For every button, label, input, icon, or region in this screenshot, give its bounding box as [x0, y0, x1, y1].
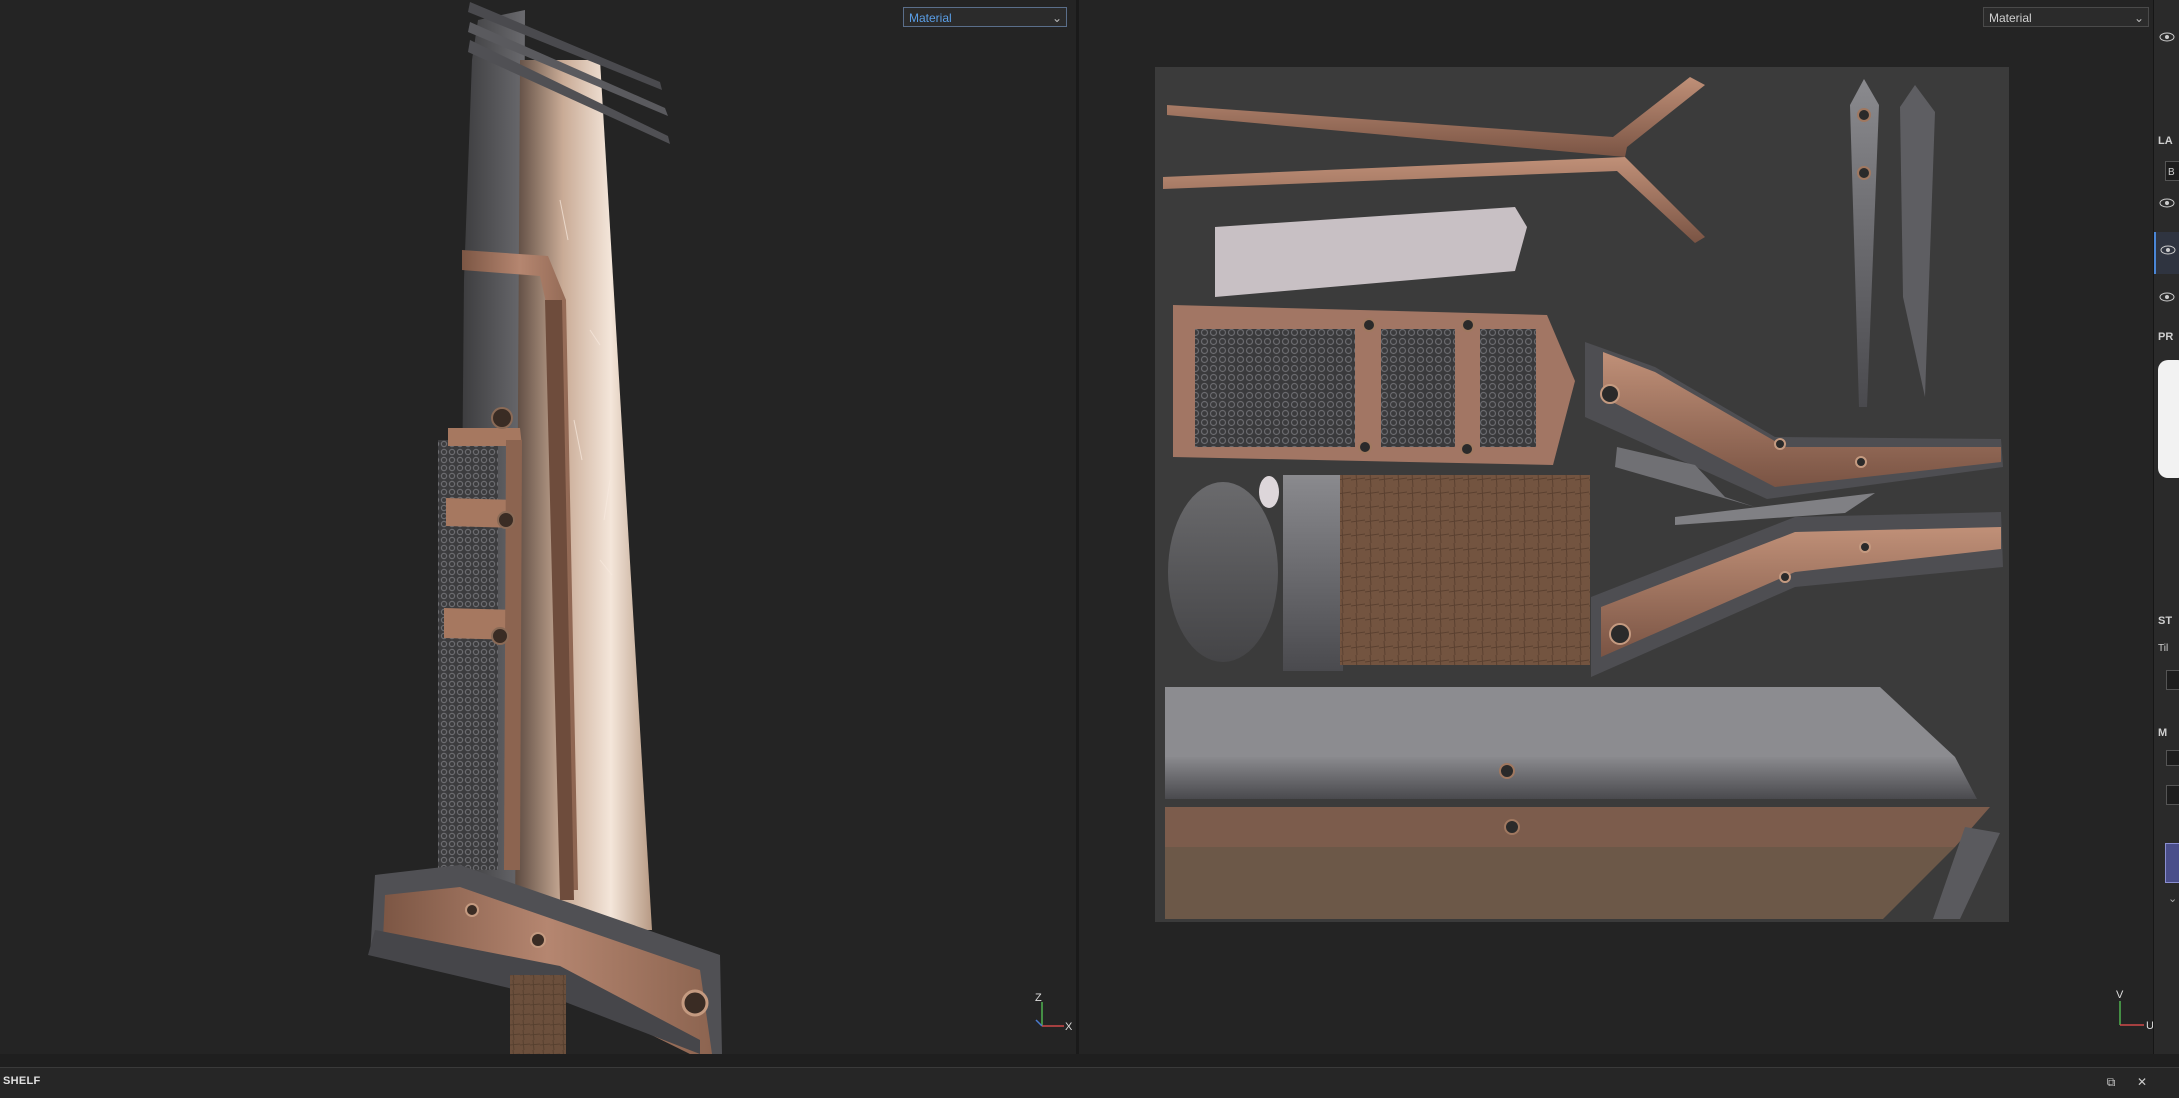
stencil-header: ST — [2158, 615, 2173, 627]
axis-right-label: X — [1065, 1021, 1073, 1033]
chevron-down-icon[interactable]: ⌄ — [2168, 892, 2177, 905]
visibility-eye-icon[interactable] — [2159, 291, 2175, 303]
layers-panel[interactable]: LA B PR ST Til M ⌄ — [2153, 0, 2179, 1054]
close-icon[interactable]: ✕ — [2135, 1075, 2149, 1089]
axis-up-label-2d: V — [2116, 989, 2124, 1001]
brush-preview — [2158, 360, 2179, 478]
visibility-eye-icon[interactable] — [2159, 197, 2175, 209]
shelf-splitter[interactable] — [0, 1054, 2179, 1067]
chevron-down-icon: ⌄ — [1051, 11, 1062, 25]
material-field[interactable] — [2166, 750, 2179, 766]
shelf-panel: SHELF ⧉ ✕ — [0, 1067, 2179, 1098]
axis-gizmo-3d: Z X — [1030, 990, 1076, 1040]
blend-mode-field[interactable]: B — [2165, 161, 2179, 181]
shelf-title: SHELF — [3, 1075, 41, 1087]
chevron-down-icon: ⌄ — [2133, 11, 2144, 25]
uv-texture-sheet[interactable] — [1155, 67, 2009, 922]
material-dropdown-2d-label: Material — [1989, 11, 2032, 25]
axis-up-label: Z — [1035, 992, 1042, 1004]
visibility-eye-icon[interactable] — [2160, 244, 2176, 256]
viewport-3d[interactable]: Material ⌄ Z X — [0, 0, 1076, 1054]
tiling-label: Til — [2158, 643, 2169, 654]
sword-3d-model[interactable] — [0, 0, 1076, 1054]
properties-header: PR — [2158, 331, 2174, 343]
material-dropdown-3d[interactable]: Material ⌄ — [903, 7, 1067, 27]
material-value-field[interactable] — [2166, 785, 2179, 805]
undock-icon[interactable]: ⧉ — [2104, 1075, 2118, 1089]
tiling-field[interactable] — [2166, 670, 2179, 690]
visibility-eye-icon[interactable] — [2159, 31, 2175, 43]
material-dropdown-2d[interactable]: Material ⌄ — [1983, 7, 2149, 27]
layer-row-selected[interactable] — [2154, 232, 2179, 274]
layers-header: LA — [2158, 135, 2173, 147]
material-header: M — [2158, 727, 2168, 739]
color-swatch[interactable] — [2165, 843, 2179, 883]
material-dropdown-3d-label: Material — [909, 11, 952, 25]
